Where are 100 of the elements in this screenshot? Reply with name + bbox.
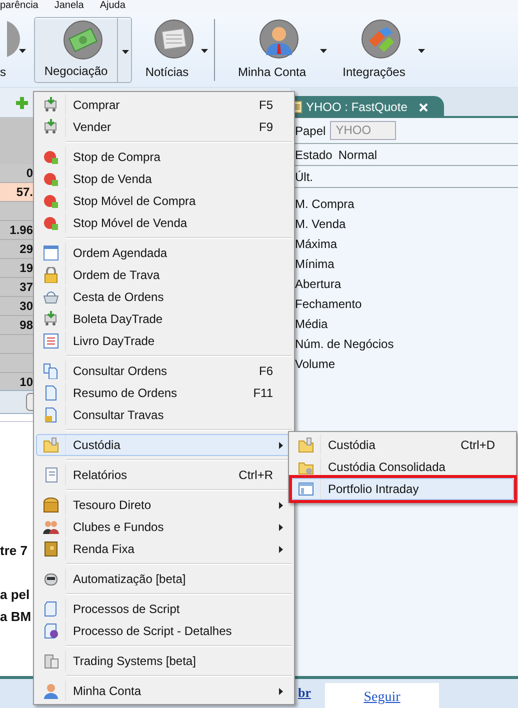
table-cell: 1.96	[0, 221, 33, 240]
table-cell: 29	[0, 240, 33, 259]
field-label: Últ.	[295, 168, 313, 186]
shortcut-label: F9	[258, 119, 274, 136]
menu-item[interactable]: Consultar Travas	[36, 404, 292, 426]
menu-item[interactable]: Custódia Consolidada	[291, 456, 514, 478]
submenu-arrow-icon	[279, 546, 283, 552]
document-lock-icon	[43, 407, 59, 423]
menu-item[interactable]: Portfolio Intraday	[291, 478, 514, 500]
menu-item[interactable]: Processo de Script - Detalhes	[36, 620, 292, 642]
link[interactable]: br	[298, 682, 311, 702]
menu-item[interactable]: Clubes e Fundos	[36, 516, 292, 538]
menu-item[interactable]: Tesouro Direto	[36, 494, 292, 516]
table-cell: 98	[0, 316, 33, 335]
menu-item[interactable]: Consultar Ordens F6	[36, 360, 292, 382]
submenu-arrow-icon	[279, 524, 283, 530]
field-label: M. Venda	[295, 216, 346, 233]
ball-icon	[43, 215, 59, 231]
window-icon	[298, 481, 314, 497]
menu-item[interactable]: Cesta de Ordens	[36, 286, 292, 308]
round-icon	[7, 19, 21, 59]
menu-item[interactable]: Boleta DayTrade	[36, 308, 292, 330]
menu-item[interactable]: Relatórios Ctrl+R	[36, 464, 292, 486]
table-cell: 57.	[0, 183, 33, 202]
tab-title: YHOO : FastQuote	[306, 99, 408, 116]
basket-icon	[43, 289, 59, 305]
cart-icon	[43, 119, 59, 135]
menu-item[interactable]: Trading Systems [beta]	[36, 650, 292, 672]
field-label: Volume	[295, 356, 336, 373]
toolbar-button[interactable]: Negociação	[34, 17, 132, 83]
menu-item[interactable]: Custódia Ctrl+D	[291, 434, 514, 456]
field-label: Estado	[295, 146, 332, 164]
toolbar-button[interactable]: Minha Conta	[229, 17, 329, 83]
list-icon	[43, 333, 59, 349]
shortcut-label: F5	[258, 97, 274, 114]
ball-icon	[43, 149, 59, 165]
cart-icon	[43, 97, 59, 113]
safe-icon	[43, 541, 59, 557]
people-icon	[43, 519, 59, 535]
caret-icon[interactable]	[418, 49, 425, 53]
field-label: Papel	[295, 122, 326, 140]
cart-icon	[43, 311, 59, 327]
close-icon[interactable]	[419, 102, 428, 112]
blocks-icon	[361, 19, 401, 59]
table-cell: 30	[0, 297, 33, 316]
menu-item[interactable]: Ajuda	[100, 0, 126, 12]
caret-icon[interactable]	[201, 49, 208, 53]
field-label: M. Compra	[295, 196, 354, 213]
shortcut-label: Ctrl+D	[460, 437, 496, 454]
shortcut-label: F6	[258, 363, 274, 380]
menu-item[interactable]: Stop Móvel de Compra	[36, 190, 292, 212]
field-label: Máxima	[295, 236, 338, 253]
field-label: Média	[295, 316, 328, 333]
folder-icon	[298, 437, 314, 453]
lock-icon	[43, 267, 59, 283]
menu-item[interactable]: parência	[0, 0, 38, 12]
field-label: Abertura	[295, 276, 342, 293]
menu-item[interactable]: Renda Fixa	[36, 538, 292, 560]
menu-item[interactable]: Minha Conta	[36, 680, 292, 702]
toolbar-button[interactable]: Notícias	[138, 17, 210, 83]
ball-icon	[43, 193, 59, 209]
field-value: Normal	[338, 146, 378, 164]
submenu-arrow-icon	[279, 688, 283, 694]
menu-item[interactable]: Stop de Compra	[36, 146, 292, 168]
shortcut-label: Ctrl+R	[238, 467, 274, 484]
menu-item[interactable]: Automatização [beta]	[36, 568, 292, 590]
submenu-arrow-icon	[279, 442, 283, 448]
menu-item[interactable]: Comprar F5	[36, 94, 292, 116]
menu-item[interactable]: Resumo de Ordens F11	[36, 382, 292, 404]
toolbar-button[interactable]: Integrações	[335, 17, 427, 83]
field-label: Mínima	[295, 256, 334, 273]
caret-icon[interactable]	[19, 49, 26, 53]
menu-item[interactable]: Ordem de Trava	[36, 264, 292, 286]
menu-item[interactable]: Ordem Agendada	[36, 242, 292, 264]
menu-item[interactable]: Stop Móvel de Venda	[36, 212, 292, 234]
shortcut-label: F11	[253, 385, 274, 402]
notebook-icon	[43, 467, 59, 483]
submenu-arrow-icon	[279, 502, 283, 508]
menu-item[interactable]: Stop de Venda	[36, 168, 292, 190]
caret-icon[interactable]	[320, 49, 327, 53]
toolbar-button[interactable]: s	[0, 17, 28, 83]
newspaper-icon	[154, 19, 194, 59]
menu-item[interactable]: Janela	[54, 0, 84, 12]
menu-item[interactable]: Vender F9	[36, 116, 292, 138]
documents-icon	[43, 363, 59, 379]
server-icon	[43, 653, 59, 669]
folder-icon	[43, 437, 59, 453]
document-icon	[43, 385, 59, 401]
caret-icon[interactable]	[122, 50, 129, 54]
field-label: Fechamento	[295, 296, 362, 313]
table-cell: 0	[0, 164, 33, 183]
money-icon	[63, 20, 103, 60]
menu-item[interactable]: Livro DayTrade	[36, 330, 292, 352]
menu-item[interactable]: Processos de Script	[36, 598, 292, 620]
table-cell: 37	[0, 278, 33, 297]
chest-icon	[43, 497, 59, 513]
user-icon	[259, 19, 299, 59]
table-cell: 19	[0, 259, 33, 278]
ball-icon	[43, 171, 59, 187]
person-icon	[43, 683, 59, 699]
